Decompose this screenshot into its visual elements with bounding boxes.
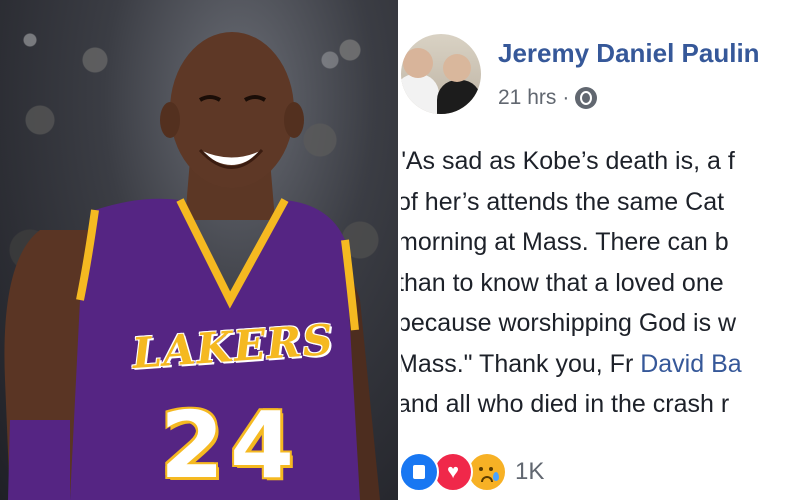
post-line: "As sad as Kobe’s death is, a f [401, 147, 735, 175]
reactions-bar[interactable]: ♥ 1K [401, 452, 544, 492]
reaction-count[interactable]: 1K [515, 458, 544, 486]
author-name[interactable]: Jeremy Daniel Paulin [498, 38, 760, 69]
kobe-photo: LAKERS 24 [0, 0, 398, 500]
author-avatar[interactable] [401, 34, 481, 114]
post-line: morning at Mass. There can b [401, 228, 729, 256]
post-line: and all who died in the crash r [401, 390, 730, 418]
love-icon: ♥ [433, 452, 473, 492]
post-line: of her’s attends the same Cat [401, 187, 725, 216]
post-line: Mass." Thank you, Fr David Ba [401, 344, 800, 385]
post-line: than to know that a loved one [401, 268, 724, 297]
post-line: because worshipping God is w [401, 309, 737, 337]
post-line-text: Mass." Thank you, Fr [401, 349, 641, 378]
jersey-number: 24 [159, 392, 301, 499]
post-timestamp[interactable]: 21 hrs [498, 86, 556, 110]
like-icon [401, 452, 439, 492]
post-meta: 21 hrs · [498, 86, 598, 110]
meta-separator: · [562, 86, 570, 109]
mention-link[interactable]: David Ba [640, 350, 741, 378]
facebook-post: Jeremy Daniel Paulin 21 hrs · "As sad as… [401, 0, 800, 500]
sad-icon [467, 452, 507, 492]
post-body: "As sad as Kobe’s death is, a f of her’s… [401, 141, 800, 425]
globe-icon [575, 87, 598, 109]
